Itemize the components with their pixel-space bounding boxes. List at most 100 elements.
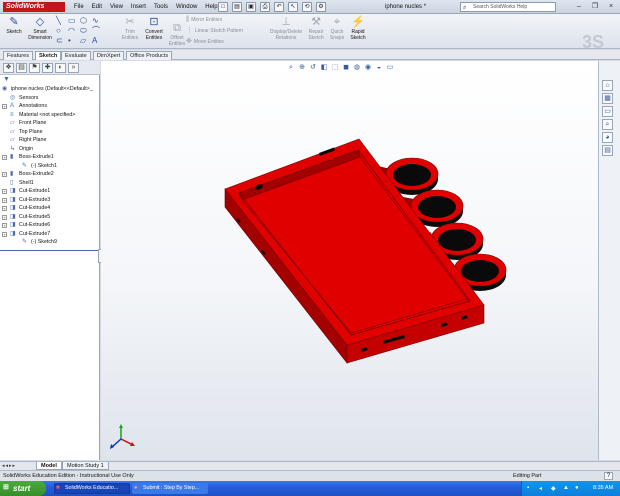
- polygon-tool-icon[interactable]: ⬡: [80, 16, 87, 25]
- spline-tool-icon[interactable]: ∿: [92, 16, 99, 25]
- resources-icon[interactable]: ⌂: [602, 80, 613, 91]
- tab-features[interactable]: Features: [3, 51, 34, 60]
- menu-window[interactable]: Window: [172, 3, 201, 12]
- expand-toggle-icon[interactable]: +: [2, 214, 7, 220]
- tree-item[interactable]: + ▮ Boss-Extrude1: [0, 153, 100, 162]
- open-folder-icon[interactable]: ▤: [232, 2, 242, 12]
- tab-evaluate[interactable]: Evaluate: [61, 51, 91, 60]
- tab-scroll-arrows-icon[interactable]: ◂◂▸▸: [2, 462, 16, 470]
- tree-item[interactable]: + ▮ Boss-Extrude2: [0, 170, 100, 179]
- status-help-button[interactable]: ?: [604, 472, 613, 480]
- taskbar-browser[interactable]: ● Submit : Step By Step...: [132, 483, 208, 494]
- options-gear-icon[interactable]: ⚙: [316, 2, 326, 12]
- trim-entities-button[interactable]: ✂ Trim Entities: [118, 16, 142, 41]
- fillet-tool-icon[interactable]: ⌒: [92, 26, 100, 35]
- expand-toggle-icon[interactable]: +: [2, 189, 7, 194]
- tab-office-products[interactable]: Office Products: [126, 51, 173, 60]
- line-tool-icon[interactable]: ╲: [56, 16, 61, 25]
- tree-item[interactable]: + A Annotations: [0, 102, 100, 111]
- expand-toggle-icon[interactable]: +: [2, 206, 7, 211]
- tree-item[interactable]: ▱ Right Plane: [0, 136, 100, 145]
- point-tool-icon[interactable]: •: [68, 36, 71, 45]
- close-button[interactable]: ×: [604, 2, 618, 12]
- undo-icon[interactable]: ↶: [274, 2, 284, 12]
- convert-entities-button[interactable]: ⊡ Convert Entities: [143, 16, 165, 41]
- configuration-tab-icon[interactable]: ⚑: [29, 63, 40, 73]
- graphics-area[interactable]: ⌕ ⊕ ↺ ◧ ⬚ ◼ ◍ ◉ ◒ ▭: [101, 61, 598, 460]
- new-document-icon[interactable]: □: [218, 2, 228, 12]
- part-model[interactable]: [101, 61, 598, 460]
- custom-properties-icon[interactable]: ▤: [602, 145, 613, 156]
- tab-dimxpert[interactable]: DimXpert: [93, 51, 125, 60]
- taskbar-solidworks[interactable]: ■ SolidWorks Educatio...: [54, 483, 130, 494]
- tab-sketch[interactable]: Sketch: [35, 51, 62, 60]
- display-delete-relations-button[interactable]: ⊥ Display/Delete Relations: [266, 16, 306, 41]
- plane-tool-icon[interactable]: ▱: [80, 36, 86, 45]
- expand-toggle-icon[interactable]: +: [2, 172, 7, 177]
- expand-tabs-icon[interactable]: »: [68, 63, 79, 73]
- expand-toggle-icon[interactable]: +: [2, 104, 7, 109]
- solidworks-logo[interactable]: SolidWorks: [3, 2, 65, 12]
- property-manager-tab-icon[interactable]: ▤: [16, 63, 27, 73]
- help-search-input[interactable]: ⌕ Search SolidWorks Help: [460, 2, 556, 12]
- expand-toggle-icon[interactable]: +: [2, 197, 7, 203]
- restore-button[interactable]: ❐: [588, 2, 602, 12]
- start-button[interactable]: ⊞ start: [0, 481, 46, 496]
- minimize-button[interactable]: –: [572, 2, 586, 12]
- tree-item[interactable]: + ◨ Cut-Extrude7: [0, 230, 100, 239]
- menu-file[interactable]: File: [70, 3, 88, 12]
- ellipse-tool-icon[interactable]: ⬭: [80, 26, 87, 35]
- offset-entities-button[interactable]: ⧉ Offset Entities: [166, 22, 188, 47]
- expand-toggle-icon[interactable]: +: [2, 231, 7, 237]
- print-icon[interactable]: ⎙: [260, 2, 270, 12]
- save-icon[interactable]: ▣: [246, 2, 256, 12]
- filter-icon[interactable]: ▼: [3, 76, 10, 83]
- tree-item[interactable]: + ◨ Cut-Extrude1: [0, 187, 100, 196]
- tree-item[interactable]: ≡ Material <not specified>: [0, 111, 100, 120]
- feature-tree-tab-icon[interactable]: ❖: [3, 63, 14, 73]
- file-explorer-icon[interactable]: ▭: [602, 106, 613, 117]
- arc-tool-icon[interactable]: ◠: [68, 26, 75, 35]
- tree-item[interactable]: + ◨ Cut-Extrude3: [0, 196, 100, 205]
- smart-dimension-button[interactable]: ◇ Smart Dimension: [26, 16, 54, 41]
- dimxpert-tab-icon[interactable]: ✚: [42, 63, 53, 73]
- tree-item[interactable]: ✎ (-) Sketch9: [0, 238, 100, 247]
- tree-item[interactable]: ▱ Front Plane: [0, 119, 100, 128]
- tree-item[interactable]: ▱ Top Plane: [0, 128, 100, 137]
- rollback-bar[interactable]: [0, 250, 100, 251]
- expand-toggle-icon[interactable]: +: [2, 223, 7, 228]
- search-3d-icon[interactable]: ⌕: [602, 119, 613, 130]
- update-icon[interactable]: ▲: [563, 485, 569, 491]
- tab-model[interactable]: Model: [36, 462, 62, 470]
- menu-view[interactable]: View: [106, 3, 127, 12]
- slot-tool-icon[interactable]: ⊂: [56, 36, 63, 45]
- sketch-button[interactable]: ✎ Sketch: [4, 16, 24, 35]
- volume-icon[interactable]: ◂: [539, 485, 542, 492]
- appearances-icon[interactable]: ◕: [602, 132, 613, 143]
- network-icon[interactable]: ▪: [527, 485, 529, 491]
- select-icon[interactable]: ↖: [288, 2, 298, 12]
- tree-item[interactable]: ◎ Sensors: [0, 94, 100, 103]
- tree-item[interactable]: + ◨ Cut-Extrude5: [0, 213, 100, 222]
- repair-sketch-button[interactable]: ⚒ Repair Sketch: [306, 16, 326, 41]
- rectangle-tool-icon[interactable]: ▭: [68, 16, 76, 25]
- linear-pattern-button[interactable]: ⋮ Linear Sketch Pattern: [186, 27, 243, 34]
- menu-tools[interactable]: Tools: [150, 3, 172, 12]
- security-shield-icon[interactable]: ◆: [551, 485, 556, 492]
- tree-root[interactable]: ◉ iphone nucles (Default<<Default>_: [0, 85, 100, 94]
- tab-motion-study-1[interactable]: Motion Study 1: [62, 462, 109, 470]
- display-manager-tab-icon[interactable]: ◐: [55, 63, 66, 73]
- rebuild-icon[interactable]: ⟲: [302, 2, 312, 12]
- circle-tool-icon[interactable]: ○: [56, 26, 61, 35]
- move-entities-button[interactable]: ✥ Move Entities: [186, 38, 224, 45]
- expand-toggle-icon[interactable]: +: [2, 155, 7, 160]
- tree-item[interactable]: ↳ Origin: [0, 145, 100, 154]
- rapid-sketch-button[interactable]: ⚡ Rapid Sketch: [348, 16, 368, 41]
- design-library-icon[interactable]: ▦: [602, 93, 613, 104]
- tree-item[interactable]: + ◨ Cut-Extrude4: [0, 204, 100, 213]
- quick-snaps-button[interactable]: ⌖ Quick Snaps: [328, 16, 346, 41]
- tree-item[interactable]: ✎ (-) Sketch1: [0, 162, 100, 171]
- menu-edit[interactable]: Edit: [88, 3, 106, 12]
- tree-item[interactable]: ▯ Shell1: [0, 179, 100, 188]
- antivirus-icon[interactable]: ●: [575, 485, 579, 491]
